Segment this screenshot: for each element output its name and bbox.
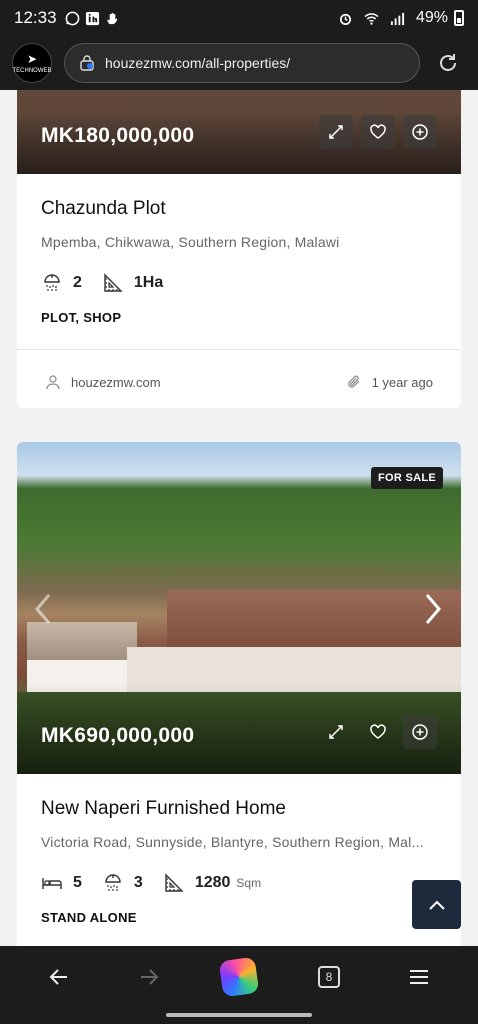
back-to-top-button[interactable] <box>412 880 461 929</box>
user-icon <box>46 375 60 390</box>
feature-bathrooms: 3 <box>102 872 143 894</box>
photo-actions <box>319 115 437 149</box>
plus-circle-icon <box>412 124 428 140</box>
area-icon <box>165 873 184 892</box>
expand-button[interactable] <box>319 715 353 749</box>
property-address: Mpemba, Chikwawa, Southern Region, Malaw… <box>41 234 340 250</box>
feature-value: 1Ha <box>133 274 164 291</box>
paperclip-icon <box>347 375 359 388</box>
menu-icon <box>410 970 428 984</box>
whatsapp-icon <box>65 11 79 25</box>
menu-button[interactable] <box>399 957 439 997</box>
status-bar: 12:33 49% <box>0 0 478 36</box>
area-icon <box>104 273 123 292</box>
alarm-icon <box>339 13 351 25</box>
shower-icon <box>105 874 121 891</box>
browser-toolbar: 8 <box>0 946 478 1008</box>
property-price: MK690,000,000 <box>41 724 195 747</box>
compare-button[interactable] <box>403 715 437 749</box>
linkedin-icon <box>85 11 99 25</box>
property-card: FOR SALE MK690,000,000 New Naperi Furnis… <box>17 442 461 946</box>
site-logo[interactable]: ➤ TECHNOWEB <box>12 43 52 83</box>
battery-percent: 49% <box>415 9 448 26</box>
author-name: houzezmw.com <box>71 374 161 390</box>
feature-area: 1Ha <box>102 272 163 294</box>
status-badge[interactable]: FOR SALE <box>370 467 443 489</box>
tabs-icon: 8 <box>318 966 340 988</box>
property-features: 2 1Ha <box>41 272 437 294</box>
favorite-button[interactable] <box>361 115 395 149</box>
shower-icon <box>44 274 60 291</box>
expand-icon <box>329 725 343 739</box>
compare-button[interactable] <box>403 115 437 149</box>
property-price: MK180,000,000 <box>41 124 195 147</box>
heart-icon <box>370 124 386 139</box>
chevron-left-icon[interactable] <box>33 592 53 626</box>
battery-icon <box>454 10 464 26</box>
copilot-button[interactable] <box>218 956 260 998</box>
property-category[interactable]: PLOT, SHOP <box>41 310 437 325</box>
feature-bathrooms: 2 <box>41 272 82 294</box>
chevron-right-icon[interactable] <box>423 592 443 626</box>
property-address: Victoria Road, Sunnyside, Blantyre, Sout… <box>41 834 424 850</box>
signal-icon <box>390 12 405 25</box>
site-logo-text: TECHNOWEB <box>12 68 52 74</box>
feature-value: 5 <box>73 874 82 891</box>
property-features: 5 3 1280 Sqm <box>41 872 437 894</box>
status-time: 12:33 <box>14 8 57 27</box>
property-photo[interactable]: MK180,000,000 <box>17 90 461 174</box>
plus-circle-icon <box>412 724 428 740</box>
property-body: New Naperi Furnished Home Victoria Road,… <box>17 798 461 925</box>
feature-value: 2 <box>73 274 82 291</box>
home-indicator[interactable] <box>166 1013 312 1017</box>
heart-icon <box>370 724 386 739</box>
browser-address-bar: ➤ TECHNOWEB houzezmw.com/all-properties/ <box>0 36 478 90</box>
property-card: MK180,000,000 Chazunda Plot Mpemba, Chik… <box>17 90 461 408</box>
back-icon <box>49 969 67 985</box>
copilot-icon <box>218 956 260 998</box>
tabs-button[interactable]: 8 <box>309 957 349 997</box>
wifi-icon <box>364 12 379 25</box>
feature-bedrooms: 5 <box>41 872 82 894</box>
expand-button[interactable] <box>319 115 353 149</box>
page-content: MK180,000,000 Chazunda Plot Mpemba, Chik… <box>0 90 478 946</box>
hand-icon <box>106 12 117 24</box>
url-text: houzezmw.com/all-properties/ <box>105 55 291 71</box>
property-category[interactable]: STAND ALONE <box>41 910 437 925</box>
reload-icon[interactable] <box>436 51 460 75</box>
bed-icon <box>42 878 62 889</box>
feature-value: 3 <box>133 874 143 891</box>
property-title[interactable]: Chazunda Plot <box>41 198 437 220</box>
property-date: 1 year ago <box>346 374 433 390</box>
feature-unit: Sqm <box>236 876 262 890</box>
feature-area: 1280 Sqm <box>163 872 261 894</box>
property-body: Chazunda Plot Mpemba, Chikwawa, Southern… <box>17 198 461 325</box>
favorite-button[interactable] <box>361 715 395 749</box>
property-title[interactable]: New Naperi Furnished Home <box>41 798 437 820</box>
posted-date: 1 year ago <box>371 374 433 390</box>
chevron-up-icon <box>428 900 445 910</box>
feature-value: 1280 <box>194 874 231 891</box>
back-button[interactable] <box>39 957 79 997</box>
photo-actions <box>319 715 437 749</box>
url-field[interactable]: houzezmw.com/all-properties/ <box>64 43 420 83</box>
card-footer: houzezmw.com 1 year ago <box>17 350 461 408</box>
forward-button[interactable] <box>129 957 169 997</box>
property-photo[interactable]: FOR SALE MK690,000,000 <box>17 442 461 774</box>
cursor-icon: ➤ <box>27 52 38 66</box>
property-author[interactable]: houzezmw.com <box>45 374 161 390</box>
expand-icon <box>329 125 343 139</box>
forward-icon <box>141 969 159 985</box>
site-info-icon[interactable] <box>79 55 95 71</box>
